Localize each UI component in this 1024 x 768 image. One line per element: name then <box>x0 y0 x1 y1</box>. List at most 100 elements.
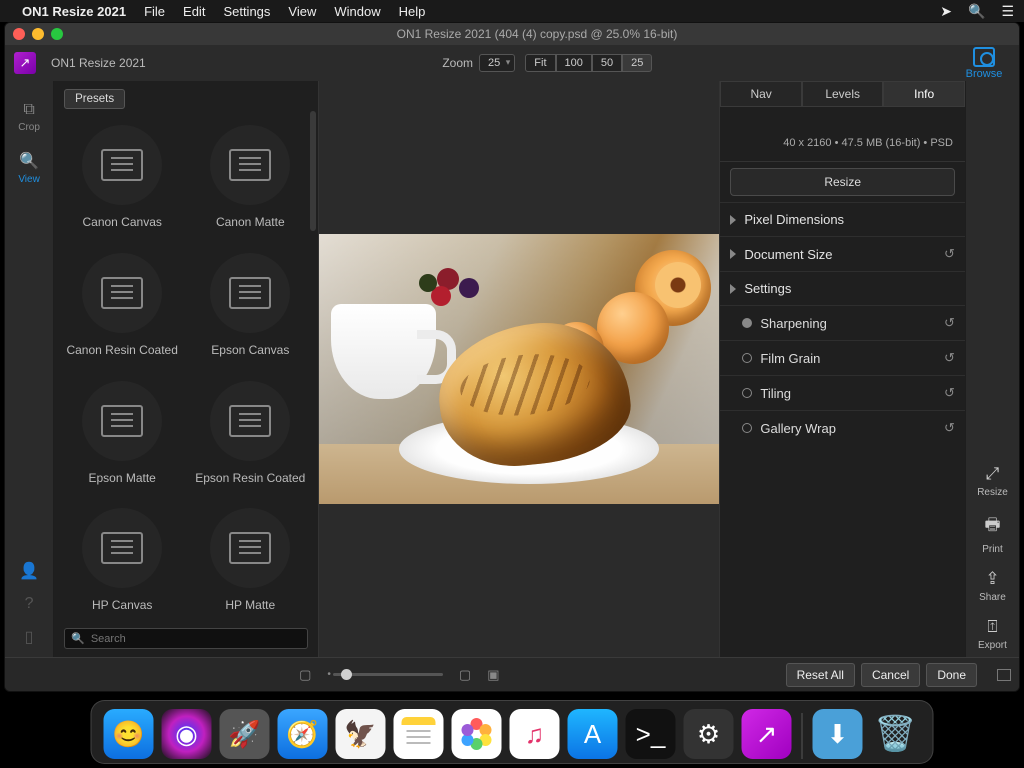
zoom-25-button[interactable]: 25 <box>622 54 652 72</box>
zoom-100-button[interactable]: 100 <box>556 54 592 72</box>
toggle-off-icon[interactable] <box>742 423 752 433</box>
preset-thumb-icon <box>101 405 143 437</box>
zoom-fit-button[interactable]: Fit <box>525 54 555 72</box>
menu-edit[interactable]: Edit <box>183 4 205 19</box>
panel-toggle-right-icon[interactable] <box>997 669 1011 681</box>
cancel-button[interactable]: Cancel <box>861 663 920 687</box>
toggle-on-icon[interactable] <box>742 318 752 328</box>
close-icon[interactable] <box>13 28 25 40</box>
dock-mail[interactable]: 🦅 <box>336 709 386 759</box>
action-export[interactable]: ⍐Export <box>978 617 1007 651</box>
dock-downloads[interactable]: ⬇ <box>813 709 863 759</box>
app-window: ON1 Resize 2021 (404 (4) copy.psd @ 25.0… <box>4 22 1020 692</box>
preset-thumb-icon <box>229 149 271 181</box>
preset-search-input[interactable] <box>91 633 302 645</box>
panel-toggle-icon[interactable]: ▯ <box>25 627 34 647</box>
toggle-off-icon[interactable] <box>742 353 752 363</box>
preset-hp-canvas[interactable]: HP Canvas <box>58 498 186 622</box>
preset-epson-canvas[interactable]: Epson Canvas <box>186 243 314 367</box>
dock-terminal[interactable]: >_ <box>626 709 676 759</box>
preset-thumb-icon <box>101 532 143 564</box>
view-tool[interactable]: 🔍 View <box>18 151 40 185</box>
toggle-off-icon[interactable] <box>742 388 752 398</box>
undo-icon[interactable]: ↺ <box>944 246 955 262</box>
action-print[interactable]: 🖶Print <box>982 512 1003 555</box>
dock-notes[interactable] <box>394 709 444 759</box>
zoom-select[interactable]: 25 <box>479 54 515 72</box>
zoom-50-button[interactable]: 50 <box>592 54 622 72</box>
menu-settings[interactable]: Settings <box>223 4 270 19</box>
tab-levels[interactable]: Levels <box>802 81 884 107</box>
undo-icon[interactable]: ↺ <box>944 315 955 331</box>
resize-section-header[interactable]: Resize <box>730 168 955 196</box>
view-icon: 🔍 <box>19 151 39 171</box>
menu-file[interactable]: File <box>144 4 165 19</box>
done-button[interactable]: Done <box>926 663 977 687</box>
dock-appstore[interactable]: A <box>568 709 618 759</box>
crop-icon: ⧉ <box>23 101 34 119</box>
dock-music[interactable]: ♫ <box>510 709 560 759</box>
search-icon: 🔍 <box>71 632 85 645</box>
preset-epson-resin[interactable]: Epson Resin Coated <box>186 371 314 495</box>
panel-tiling[interactable]: Tiling↺ <box>720 375 965 410</box>
panel-settings[interactable]: Settings <box>720 271 965 305</box>
preset-canon-canvas[interactable]: Canon Canvas <box>58 115 186 239</box>
tab-info[interactable]: Info <box>883 81 965 107</box>
dock-settings[interactable]: ⚙ <box>684 709 734 759</box>
mac-menubar: ON1 Resize 2021 File Edit Settings View … <box>0 0 1024 22</box>
menu-help[interactable]: Help <box>399 4 426 19</box>
bottom-bar: ▢ • ▢ ▣ Reset All Cancel Done <box>5 657 1019 691</box>
preset-search[interactable]: 🔍 <box>64 628 308 649</box>
resize-icon: ⤢ <box>986 464 1000 484</box>
control-center-icon[interactable]: ☰ <box>1001 3 1014 20</box>
right-action-bar: ⤢Resize 🖶Print ⇪Share ⍐Export <box>965 81 1019 657</box>
action-resize[interactable]: ⤢Resize <box>977 464 1008 498</box>
right-panel-tabs: Nav Levels Info <box>720 81 965 107</box>
undo-icon[interactable]: ↺ <box>944 420 955 436</box>
menu-view[interactable]: View <box>288 4 316 19</box>
preset-epson-matte[interactable]: Epson Matte <box>58 371 186 495</box>
preset-scrollbar[interactable] <box>310 111 316 231</box>
undo-icon[interactable]: ↺ <box>944 350 955 366</box>
menu-window[interactable]: Window <box>334 4 380 19</box>
reset-all-button[interactable]: Reset All <box>786 663 855 687</box>
cursor-icon[interactable]: ➤ <box>940 3 952 20</box>
panel-gallery-wrap[interactable]: Gallery Wrap↺ <box>720 410 965 445</box>
compare-square-icon[interactable]: ▢ <box>299 667 311 683</box>
left-toolbar: ⧉ Crop 🔍 View 👤 ? ▯ <box>5 81 54 657</box>
preview-image <box>319 234 719 504</box>
spotlight-icon[interactable]: 🔍 <box>968 3 985 20</box>
preset-canon-matte[interactable]: Canon Matte <box>186 115 314 239</box>
chevron-right-icon <box>730 284 736 294</box>
slider-min-icon: • <box>327 669 331 680</box>
dock-finder[interactable]: 😊 <box>104 709 154 759</box>
dock-photos[interactable] <box>452 709 502 759</box>
panel-pixel-dimensions[interactable]: Pixel Dimensions <box>720 202 965 236</box>
compare-split-icon[interactable]: ▢ <box>459 667 471 683</box>
action-share[interactable]: ⇪Share <box>979 569 1006 603</box>
tab-nav[interactable]: Nav <box>720 81 802 107</box>
presets-tab-button[interactable]: Presets <box>64 89 125 109</box>
minimize-icon[interactable] <box>32 28 44 40</box>
undo-icon[interactable]: ↺ <box>944 385 955 401</box>
user-icon[interactable]: 👤 <box>19 561 39 581</box>
compare-overlay-icon[interactable]: ▣ <box>487 667 499 683</box>
menu-app[interactable]: ON1 Resize 2021 <box>22 4 126 19</box>
crop-tool[interactable]: ⧉ Crop <box>18 101 40 133</box>
panel-document-size[interactable]: Document Size↺ <box>720 236 965 271</box>
preset-hp-matte[interactable]: HP Matte <box>186 498 314 622</box>
panel-sharpening[interactable]: Sharpening↺ <box>720 305 965 340</box>
dock-safari[interactable]: 🧭 <box>278 709 328 759</box>
dock-on1-resize[interactable]: ↗ <box>742 709 792 759</box>
dock-trash[interactable]: 🗑️ <box>871 709 921 759</box>
window-title: ON1 Resize 2021 (404 (4) copy.psd @ 25.0… <box>63 27 1011 41</box>
panel-film-grain[interactable]: Film Grain↺ <box>720 340 965 375</box>
help-icon[interactable]: ? <box>25 595 34 613</box>
preset-canon-resin[interactable]: Canon Resin Coated <box>58 243 186 367</box>
canvas[interactable] <box>319 81 719 657</box>
thumbnail-size-slider[interactable] <box>333 673 443 676</box>
maximize-icon[interactable] <box>51 28 63 40</box>
dock-siri[interactable]: ◉ <box>162 709 212 759</box>
browse-action[interactable]: Browse <box>949 47 1019 80</box>
dock-launchpad[interactable]: 🚀 <box>220 709 270 759</box>
